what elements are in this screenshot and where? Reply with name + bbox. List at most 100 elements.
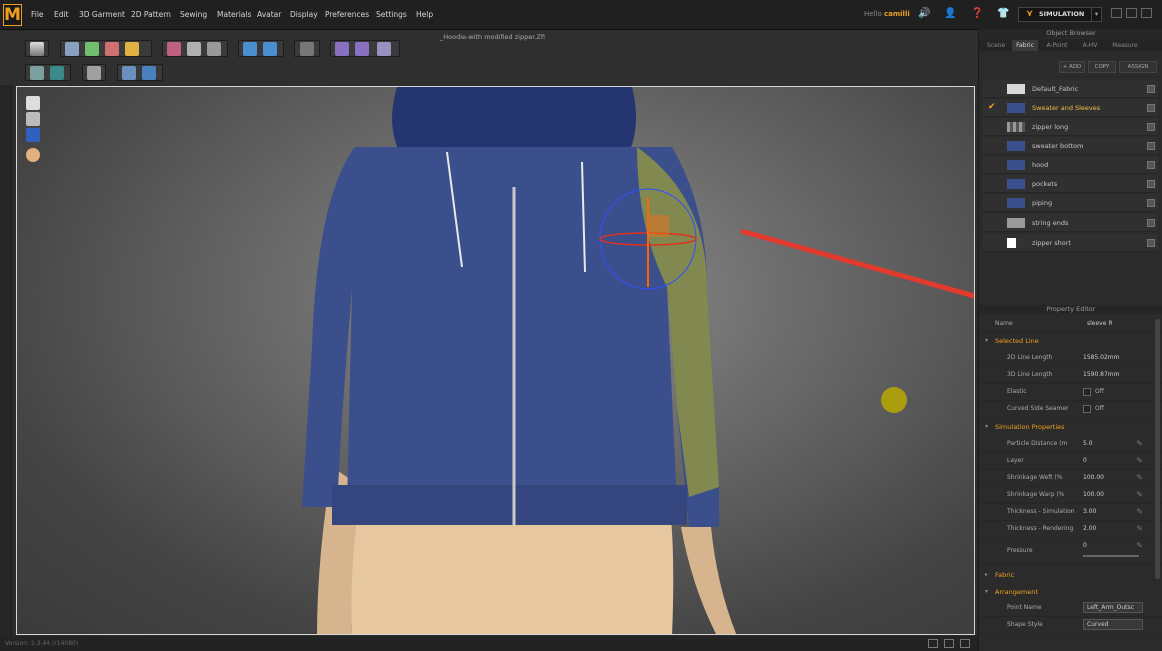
fabric-item[interactable]: zipper long (983, 118, 1158, 136)
fabric-item[interactable]: hood (983, 156, 1158, 174)
menu-2d-pattern[interactable]: 2D Pattern (131, 10, 171, 19)
unfold-tool-icon[interactable] (263, 42, 277, 56)
name-value[interactable]: sleeve R (1087, 320, 1113, 327)
edit-icon[interactable] (1147, 142, 1155, 150)
point-name-select[interactable]: Left_Arm_Outsc (1083, 602, 1143, 613)
fold-tool-icon[interactable] (243, 42, 257, 56)
texture-select-tool-icon[interactable] (30, 66, 44, 80)
layout-split-icon[interactable] (944, 639, 954, 648)
property-value[interactable]: 0 (1083, 457, 1087, 464)
texture-tool-icon[interactable] (50, 66, 64, 80)
section-fabric[interactable]: ▸ Fabric (979, 567, 1162, 583)
curved-seamer-toggle[interactable] (1083, 405, 1091, 413)
assign-button[interactable]: ASSIGN (1119, 61, 1157, 73)
edit-icon[interactable] (1147, 180, 1155, 188)
menu-materials[interactable]: Materials (217, 10, 251, 19)
fabric-item[interactable]: piping (983, 194, 1158, 212)
property-value[interactable]: 5.0 (1083, 440, 1093, 447)
3d-viewport[interactable] (16, 86, 975, 635)
pencil-icon[interactable]: ✎ (1136, 507, 1143, 516)
layout-single-icon[interactable] (928, 639, 938, 648)
property-value[interactable]: 2.00 (1083, 525, 1096, 532)
menu-avatar[interactable]: Avatar (257, 10, 281, 19)
graphic-select-tool-icon[interactable] (122, 66, 136, 80)
menu-edit[interactable]: Edit (54, 10, 69, 19)
edit-icon[interactable] (1147, 239, 1155, 247)
menu-help[interactable]: Help (416, 10, 433, 19)
minimize-button[interactable] (1111, 8, 1122, 18)
gizmo-plane[interactable] (647, 215, 669, 237)
edit-icon[interactable] (1147, 219, 1155, 227)
fabric-item[interactable]: string ends (983, 214, 1158, 232)
fabric-swatch (1007, 141, 1025, 151)
pencil-icon[interactable]: ✎ (1136, 456, 1143, 465)
user-greeting: Hello camilli (864, 10, 910, 18)
garment-icon[interactable]: 👕 (997, 8, 1009, 20)
property-scrollbar[interactable] (1155, 319, 1160, 579)
avatar-tool-icon[interactable] (207, 42, 221, 56)
edit-icon[interactable] (1147, 123, 1155, 131)
menu-sewing[interactable]: Sewing (180, 10, 207, 19)
pressure-slider[interactable] (1083, 555, 1139, 557)
simulation-button[interactable]: ⋎ SIMULATION ▾ (1018, 7, 1102, 22)
toolbar-group-7 (25, 64, 71, 81)
tack-tool-icon[interactable] (187, 42, 201, 56)
object-browser-tabs: Scene Fabric A-Point A-HV Measure (979, 39, 1162, 51)
brush-tool-icon[interactable] (377, 42, 391, 56)
pencil-icon[interactable]: ✎ (1136, 524, 1143, 533)
menu-preferences[interactable]: Preferences (325, 10, 369, 19)
menu-settings[interactable]: Settings (376, 10, 407, 19)
section-arrangement[interactable]: ▾ Arrangement (979, 584, 1162, 600)
shirt-yellow-tool-icon[interactable] (125, 42, 139, 56)
menu-display[interactable]: Display (290, 10, 318, 19)
pencil-icon[interactable]: ✎ (1136, 473, 1143, 482)
tab-a-hv[interactable]: A-HV (1076, 40, 1104, 51)
graphic-tool-icon[interactable] (142, 66, 156, 80)
pencil-icon[interactable]: ✎ (1136, 439, 1143, 448)
tab-scene[interactable]: Scene (982, 40, 1010, 51)
measure-tool-icon[interactable] (300, 42, 314, 56)
edit-icon[interactable] (1147, 104, 1155, 112)
add-button[interactable]: + ADD (1059, 61, 1085, 73)
speaker-icon[interactable]: 🔊 (918, 8, 930, 20)
edit-icon[interactable] (1147, 161, 1155, 169)
pin-tool-icon[interactable] (167, 42, 181, 56)
property-value[interactable]: 100.00 (1083, 491, 1104, 498)
shirt-red-tool-icon[interactable] (105, 42, 119, 56)
tab-measure[interactable]: Measure (1106, 40, 1144, 51)
edit-icon[interactable] (1147, 199, 1155, 207)
fabric-item[interactable]: sweater bottom (983, 137, 1158, 155)
help-icon[interactable]: ❓ (971, 8, 983, 20)
property-value[interactable]: 3.00 (1083, 508, 1096, 515)
edit-icon[interactable] (1147, 85, 1155, 93)
fabric-item[interactable]: Default_Fabric (983, 80, 1158, 98)
fabric-item-selected[interactable]: ✔ Sweater and Sleeves (983, 99, 1158, 117)
property-value[interactable]: 0 (1083, 542, 1087, 549)
elastic-toggle[interactable] (1083, 388, 1091, 396)
toggle-label: Off (1095, 405, 1104, 412)
chevron-down-icon[interactable]: ▾ (1091, 8, 1101, 21)
shirt-green-tool-icon[interactable] (85, 42, 99, 56)
menu-3d-garment[interactable]: 3D Garment (79, 10, 125, 19)
pencil-icon[interactable]: ✎ (1136, 490, 1143, 499)
gizmo-tool-icon[interactable] (355, 42, 369, 56)
layout-grid-icon[interactable] (960, 639, 970, 648)
select-tool-icon[interactable] (65, 42, 79, 56)
user-icon[interactable]: 👤 (944, 8, 956, 20)
shape-style-select[interactable]: Curved (1083, 619, 1143, 630)
copy-button[interactable]: COPY (1088, 61, 1116, 73)
maximize-button[interactable] (1126, 8, 1137, 18)
section-simulation[interactable]: ▾ Simulation Properties (979, 419, 1162, 435)
down-arrow-tool-icon[interactable] (30, 42, 44, 56)
pencil-icon[interactable]: ✎ (1136, 541, 1143, 550)
fabric-item[interactable]: pockets (983, 175, 1158, 193)
grain-tool-icon[interactable] (87, 66, 101, 80)
menu-file[interactable]: File (31, 10, 44, 19)
close-button[interactable] (1141, 8, 1152, 18)
fabric-item[interactable]: zipper short (983, 234, 1158, 252)
tab-a-point[interactable]: A-Point (1040, 40, 1074, 51)
property-value[interactable]: 100.00 (1083, 474, 1104, 481)
section-selected-line[interactable]: ▾ Selected Line (979, 333, 1162, 349)
tab-fabric[interactable]: Fabric (1012, 40, 1038, 51)
transform-tool-icon[interactable] (335, 42, 349, 56)
